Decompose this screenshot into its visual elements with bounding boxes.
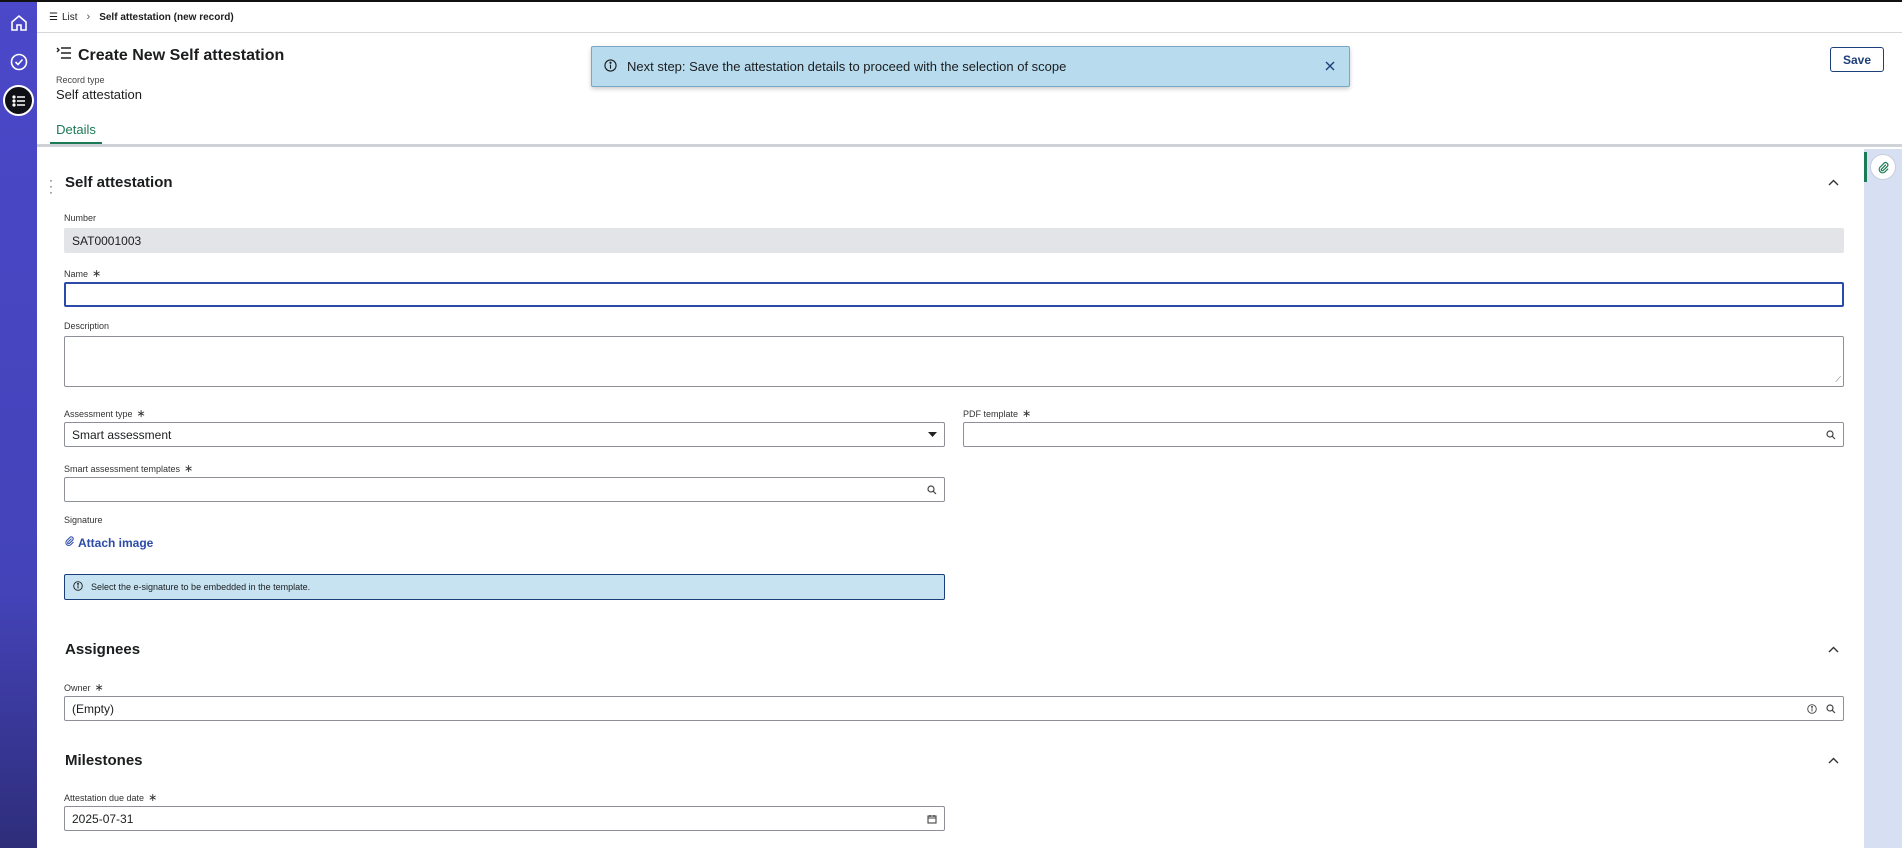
caret-down-icon bbox=[928, 431, 937, 438]
breadcrumb-list-link[interactable]: ☰ List bbox=[49, 12, 78, 23]
toast-message: Next step: Save the attestation details … bbox=[627, 59, 1067, 74]
paperclip-icon bbox=[64, 535, 75, 550]
signature-info-box: Select the e-signature to be embedded in… bbox=[64, 574, 945, 600]
save-button[interactable]: Save bbox=[1830, 47, 1884, 72]
search-icon[interactable] bbox=[1826, 429, 1836, 440]
breadcrumb: ☰ List › Self attestation (new record) bbox=[37, 0, 1902, 33]
smart-templates-label-text: Smart assessment templates bbox=[64, 463, 181, 474]
due-date-input[interactable]: 2025-07-31 bbox=[64, 806, 945, 831]
list-icon[interactable] bbox=[3, 85, 34, 116]
required-asterisk-icon: ∗ bbox=[1022, 408, 1032, 420]
required-asterisk-icon: ∗ bbox=[92, 268, 102, 280]
smart-templates-input[interactable] bbox=[64, 477, 945, 502]
info-icon bbox=[604, 58, 617, 75]
owner-input[interactable]: (Empty) bbox=[64, 696, 1844, 721]
assessment-type-select[interactable]: Smart assessment bbox=[64, 422, 945, 447]
drag-handle-icon[interactable]: · · · bbox=[49, 174, 53, 198]
section-title-milestones: Milestones bbox=[65, 752, 143, 769]
list-icon: ☰ bbox=[49, 11, 58, 23]
close-icon[interactable] bbox=[1323, 59, 1337, 73]
search-icon[interactable] bbox=[1826, 703, 1836, 714]
chevron-up-icon[interactable] bbox=[1827, 176, 1839, 188]
required-asterisk-icon: ∗ bbox=[94, 682, 104, 694]
name-input[interactable] bbox=[64, 282, 1844, 307]
record-type-value: Self attestation bbox=[56, 87, 142, 102]
breadcrumb-current: Self attestation (new record) bbox=[99, 11, 234, 23]
name-label: Name ∗ bbox=[64, 267, 101, 280]
page-title: Create New Self attestation bbox=[78, 46, 285, 64]
chevron-right-icon: › bbox=[86, 11, 91, 23]
number-label-text: Number bbox=[64, 213, 97, 223]
owner-label-text: Owner bbox=[64, 682, 91, 693]
side-panel-active-marker bbox=[1864, 152, 1867, 182]
assessment-type-label-text: Assessment type bbox=[64, 408, 133, 419]
section-title-assignees: Assignees bbox=[65, 641, 141, 658]
description-label-text: Description bbox=[64, 321, 110, 331]
resize-handle-icon[interactable]: ⟋ bbox=[1835, 375, 1841, 385]
calendar-icon[interactable] bbox=[927, 814, 937, 824]
attach-image-link[interactable]: Attach image bbox=[64, 535, 153, 550]
tab-details[interactable]: Details bbox=[50, 122, 102, 144]
name-label-text: Name bbox=[64, 268, 89, 279]
attach-image-label: Attach image bbox=[78, 535, 154, 550]
info-icon[interactable] bbox=[1807, 703, 1817, 714]
form-list-icon bbox=[56, 46, 72, 65]
number-label: Number bbox=[64, 213, 96, 223]
paperclip-icon[interactable] bbox=[1870, 154, 1896, 180]
form-content: · · · Self attestation Number SAT0001003 N… bbox=[37, 149, 1864, 848]
number-field: SAT0001003 bbox=[64, 228, 1844, 253]
signature-label-text: Signature bbox=[64, 515, 103, 525]
assessment-type-label: Assessment type ∗ bbox=[64, 407, 146, 420]
due-date-value: 2025-07-31 bbox=[72, 811, 134, 826]
pdf-template-label-text: PDF template bbox=[963, 408, 1019, 419]
description-textarea[interactable]: ⟋ bbox=[64, 336, 1844, 387]
chevron-up-icon[interactable] bbox=[1827, 754, 1839, 766]
info-icon bbox=[73, 581, 83, 593]
search-icon[interactable] bbox=[927, 484, 937, 495]
chevron-up-icon[interactable] bbox=[1827, 643, 1839, 655]
signature-label: Signature bbox=[64, 515, 103, 525]
owner-label: Owner ∗ bbox=[64, 681, 104, 694]
record-type-label: Record type bbox=[56, 75, 105, 85]
due-date-label: Attestation due date ∗ bbox=[64, 791, 157, 804]
section-title-self-attestation: Self attestation bbox=[65, 174, 173, 191]
required-asterisk-icon: ∗ bbox=[184, 463, 194, 475]
required-asterisk-icon: ∗ bbox=[136, 408, 146, 420]
header-divider bbox=[37, 144, 1902, 147]
required-asterisk-icon: ∗ bbox=[148, 792, 158, 804]
signature-info-text: Select the e-signature to be embedded in… bbox=[91, 582, 311, 592]
assessment-type-value: Smart assessment bbox=[72, 427, 172, 442]
next-step-toast: Next step: Save the attestation details … bbox=[591, 46, 1350, 87]
right-side-panel bbox=[1864, 149, 1902, 848]
smart-templates-label: Smart assessment templates ∗ bbox=[64, 462, 193, 475]
breadcrumb-list-label: List bbox=[61, 11, 78, 23]
home-icon[interactable] bbox=[4, 8, 33, 37]
left-nav-rail bbox=[0, 0, 37, 848]
pdf-template-label: PDF template ∗ bbox=[963, 407, 1031, 420]
pdf-template-input[interactable] bbox=[963, 422, 1844, 447]
due-date-label-text: Attestation due date bbox=[64, 792, 145, 803]
owner-value: (Empty) bbox=[72, 701, 114, 716]
check-circle-icon[interactable] bbox=[4, 47, 33, 76]
description-label: Description bbox=[64, 321, 109, 331]
